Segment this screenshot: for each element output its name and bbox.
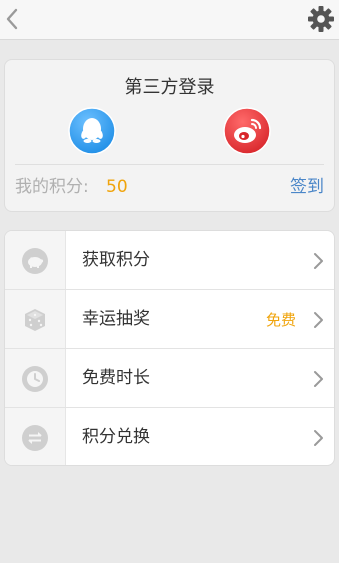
checkin-button[interactable]: 签到 xyxy=(290,176,324,198)
top-bar xyxy=(0,0,339,40)
clock-icon xyxy=(22,366,48,392)
divider xyxy=(15,164,324,165)
exchange-icon xyxy=(22,425,48,451)
weibo-login-button[interactable] xyxy=(223,107,271,155)
my-points-label: 我的积分: xyxy=(15,177,89,197)
chevron-right-icon xyxy=(314,430,323,446)
dice-icon xyxy=(25,309,45,331)
weibo-icon xyxy=(223,107,271,155)
chevron-right-icon xyxy=(314,312,323,328)
menu-item-label: 获取积分 xyxy=(82,250,150,270)
menu-list: 获取积分 幸运抽奖 免费 免费时长 积分兑换 xyxy=(4,230,335,466)
back-button[interactable] xyxy=(2,4,26,34)
chevron-left-icon xyxy=(6,8,18,30)
my-points-value: 50 xyxy=(106,177,128,197)
chevron-right-icon xyxy=(314,253,323,269)
menu-item-lucky-draw[interactable]: 幸运抽奖 免费 xyxy=(5,290,334,349)
menu-item-get-points[interactable]: 获取积分 xyxy=(5,231,334,290)
qq-login-button[interactable] xyxy=(68,107,116,155)
gear-icon xyxy=(308,6,334,32)
menu-item-label: 免费时长 xyxy=(82,368,150,388)
menu-item-label: 积分兑换 xyxy=(82,427,150,447)
menu-item-free-time[interactable]: 免费时长 xyxy=(5,349,334,408)
free-badge: 免费 xyxy=(265,311,296,329)
login-title: 第三方登录 xyxy=(124,77,215,98)
piggy-bank-icon xyxy=(22,248,48,274)
menu-item-label: 幸运抽奖 xyxy=(82,309,150,329)
menu-item-points-exchange[interactable]: 积分兑换 xyxy=(5,408,334,465)
qq-penguin-icon xyxy=(68,107,116,155)
third-party-login-card: 第三方登录 我的积分: 50 签到 xyxy=(4,59,335,212)
settings-button[interactable] xyxy=(305,3,337,35)
chevron-right-icon xyxy=(314,371,323,387)
